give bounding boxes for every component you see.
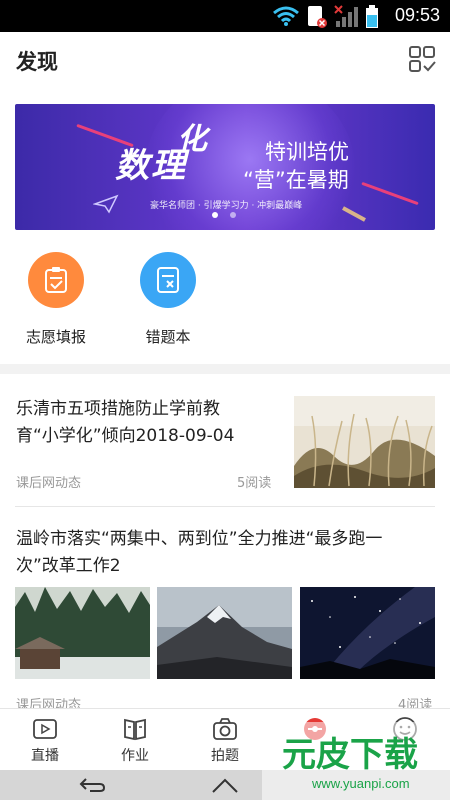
article-thumbnail	[294, 396, 435, 488]
clock: 09:53	[394, 5, 440, 25]
promo-banner[interactable]: 化 数理 特训培优 “营”在暑期 豪华名师团 · 引爆学习力 · 冲刺最巅峰	[15, 104, 435, 230]
homework-icon	[124, 718, 146, 741]
banner-streak	[361, 181, 419, 206]
back-icon[interactable]	[78, 776, 106, 794]
article-thumbnail	[15, 587, 150, 679]
nav-label: 作业	[121, 748, 149, 764]
banner-line-2: “营”在暑期	[243, 168, 349, 192]
app-screen: 09:53 发现 化 数理 特训培优 “营”在暑期 豪华名师团 · 引爆学习力 …	[0, 0, 450, 800]
watermark-brand: 元皮下载	[282, 735, 418, 775]
article-title-line: 乐清市五项措施防止学前教	[16, 399, 220, 419]
live-icon	[33, 719, 57, 739]
signal-icon	[334, 5, 358, 27]
banner-line-1: 特训培优	[265, 140, 349, 164]
article-title: 温岭市落实“两集中、两到位”全力推进“最多跑一 次”改革工作2	[16, 526, 436, 580]
section-divider	[0, 364, 450, 374]
banner-headline-1: 数理	[115, 146, 187, 186]
carousel-dot-active[interactable]	[212, 212, 218, 218]
clipboard-check-icon	[45, 267, 67, 293]
article-title: 乐清市五项措施防止学前教 育“小学化”倾向2018-09-04	[16, 396, 278, 450]
home-icon[interactable]	[210, 775, 240, 795]
pencil-icon	[342, 206, 366, 222]
watermark-logo: 元皮下载 www.yuanpi.com	[262, 722, 450, 800]
paper-plane-icon	[93, 194, 119, 214]
camera-icon	[213, 718, 237, 740]
status-bar: 09:53	[0, 0, 450, 32]
article-thumbnail	[300, 587, 435, 679]
shortcut-circle	[140, 252, 196, 308]
mountain-image	[157, 587, 292, 679]
battery-icon	[366, 5, 378, 28]
page-header: 发现	[0, 32, 450, 90]
banner-subtitle: 豪华名师团 · 引爆学习力 · 冲刺最巅峰	[150, 201, 303, 211]
carousel-dot[interactable]	[230, 212, 236, 218]
article-divider	[15, 506, 435, 507]
shortcut-circle	[28, 252, 84, 308]
shortcut-label: 志愿填报	[25, 328, 86, 346]
article-reads: 5阅读	[237, 476, 272, 491]
wifi-icon	[273, 6, 299, 26]
article-source: 课后网动态	[16, 476, 82, 491]
watermark-url: www.yuanpi.com	[311, 776, 410, 791]
nav-label: 直播	[31, 748, 59, 764]
sim-icon	[308, 6, 327, 28]
article-thumbnail	[157, 587, 292, 679]
nav-live[interactable]: 直播	[0, 709, 90, 771]
page-title: 发现	[16, 50, 58, 74]
night-sky-image	[300, 587, 435, 679]
watermark-graphic: 元皮下载 www.yuanpi.com	[262, 722, 450, 800]
nav-homework[interactable]: 作业	[90, 709, 180, 771]
apps-grid-icon[interactable]	[408, 45, 436, 73]
forest-cabin-image	[15, 587, 150, 679]
article-title-line: 次”改革工作2	[16, 556, 121, 576]
shortcut-label: 错题本	[145, 328, 191, 346]
article-title-line: 温岭市落实“两集中、两到位”全力推进“最多跑一	[16, 529, 383, 549]
shortcut-volunteer[interactable]: 志愿填报	[16, 252, 96, 352]
article-title-line: 育“小学化”倾向2018-09-04	[16, 426, 235, 446]
wrong-answer-book-icon	[157, 267, 179, 293]
reeds-image	[294, 396, 435, 488]
nav-label: 拍题	[211, 748, 239, 764]
shortcut-mistakes[interactable]: 错题本	[128, 252, 208, 352]
nav-photo-question[interactable]: 拍题	[180, 709, 270, 771]
